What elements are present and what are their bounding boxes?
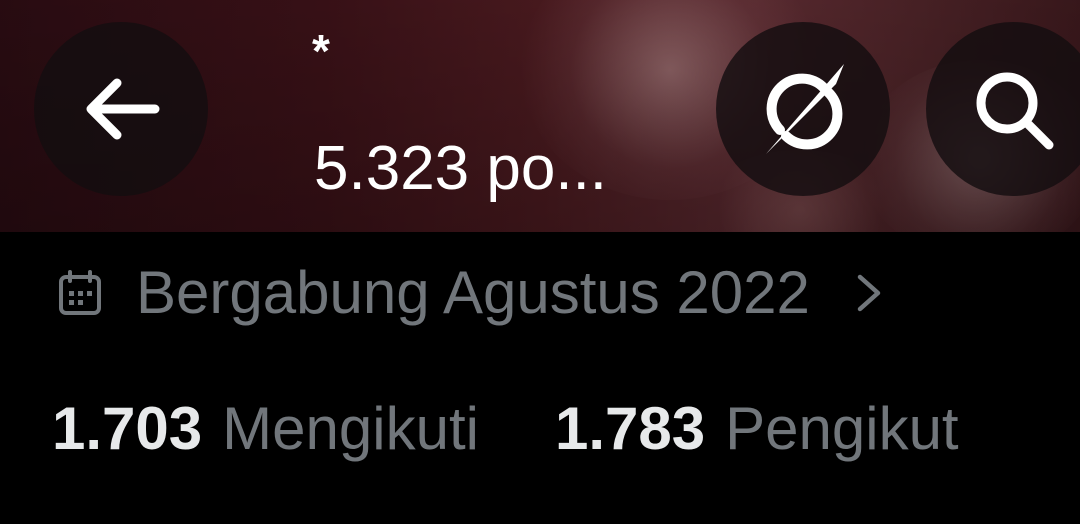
join-date-text: Bergabung Agustus 2022 [136, 259, 810, 326]
profile-name: * [312, 25, 330, 77]
following-count: 1.703 [52, 395, 203, 462]
following-label: Mengikuti [222, 395, 479, 462]
followers-count: 1.783 [554, 395, 706, 462]
calendar-icon [59, 270, 101, 315]
search-icon [976, 72, 1054, 150]
chevron-right-icon [857, 274, 881, 312]
join-date-row[interactable]: Bergabung Agustus 2022 [56, 258, 886, 328]
profile-banner: * 5.323 po... [0, 0, 1080, 232]
follow-stats: 1.703 Mengikuti 1.783 Pengikut [52, 394, 959, 464]
followers-link[interactable]: 1.783 Pengikut [555, 399, 959, 459]
grok-icon [766, 64, 844, 154]
arrow-left-icon [86, 78, 160, 140]
followers-label: Pengikut [725, 395, 959, 462]
following-link[interactable]: 1.703 Mengikuti [52, 399, 479, 459]
grok-button[interactable] [716, 22, 890, 196]
back-button[interactable] [34, 22, 208, 196]
post-count: 5.323 po... [314, 134, 608, 203]
